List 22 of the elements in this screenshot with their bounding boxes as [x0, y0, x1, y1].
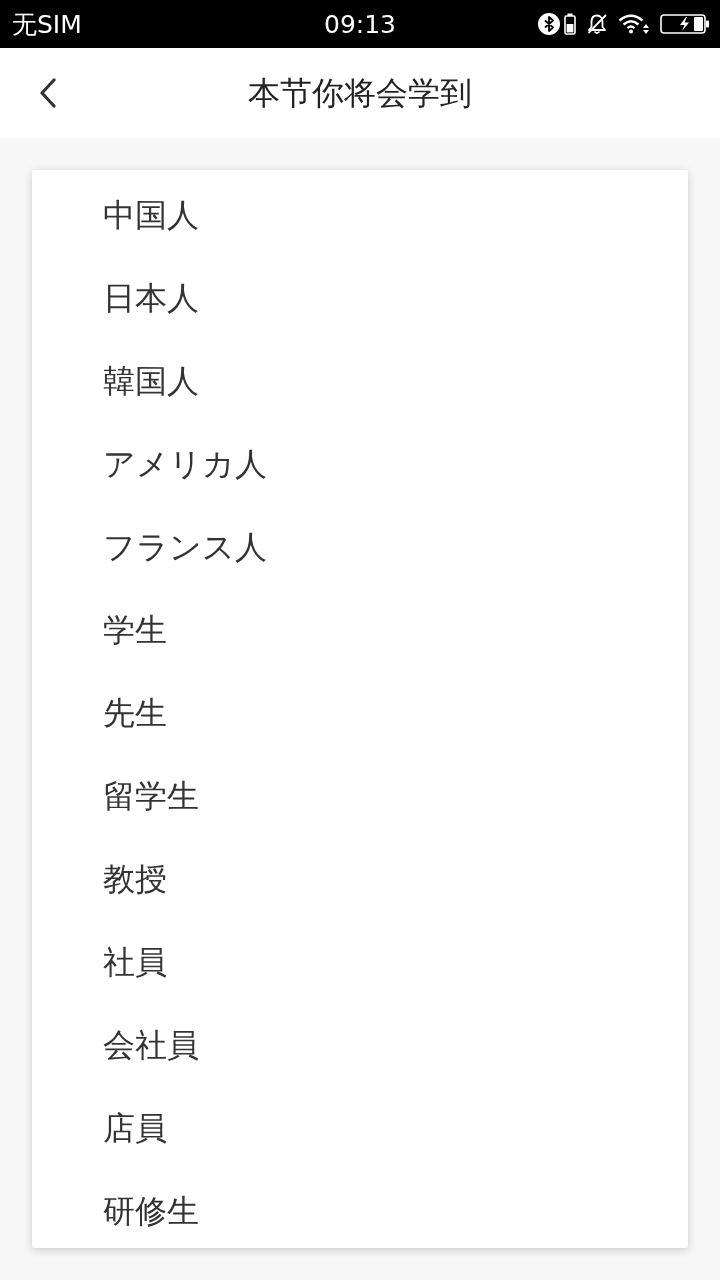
vocabulary-item: 学生 [103, 612, 167, 649]
status-time: 09:13 [324, 11, 396, 37]
carrier-label: 无SIM [11, 11, 82, 37]
vocabulary-item: 店員 [103, 1110, 167, 1147]
battery-charging-icon [660, 13, 710, 35]
vocabulary-item: フランス人 [103, 529, 267, 566]
battery-icon [564, 13, 576, 35]
vocabulary-item: 中国人 [103, 197, 199, 234]
page-title: 本节你将会学到 [248, 77, 472, 109]
vocabulary-item: 研修生 [103, 1193, 199, 1230]
vocabulary-item: 教授 [103, 861, 167, 898]
vocabulary-item: 先生 [103, 695, 167, 732]
bell-off-icon [586, 13, 608, 35]
vocabulary-item: 留学生 [103, 778, 199, 815]
vocabulary-item: 日本人 [103, 280, 199, 317]
vocabulary-item: 会社員 [103, 1027, 199, 1064]
vocabulary-item: 社員 [103, 944, 167, 981]
back-icon [39, 78, 57, 108]
bluetooth-icon [538, 13, 560, 35]
wifi-icon [618, 13, 650, 35]
vocabulary-item: 韓国人 [103, 363, 199, 400]
vocabulary-item: アメリカ人 [103, 446, 267, 483]
